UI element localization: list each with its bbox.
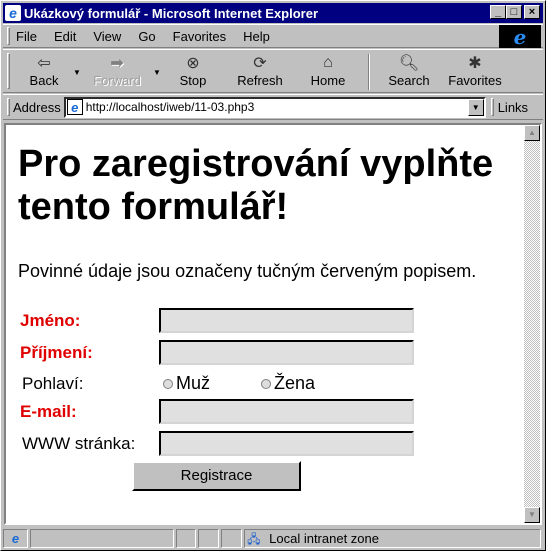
page-heading: Pro zaregistrování vyplňte tento formulá…	[18, 143, 494, 228]
toolbar-separator	[368, 54, 370, 90]
page-icon: e	[11, 530, 20, 546]
input-www[interactable]	[159, 431, 414, 456]
input-email[interactable]	[159, 399, 414, 424]
address-bar: Address e http://localhost/iweb/11-03.ph…	[3, 94, 543, 120]
favorites-button[interactable]: ✱ Favorites	[440, 50, 510, 92]
menu-help[interactable]: Help	[243, 29, 270, 44]
toolbar-grip[interactable]	[7, 53, 10, 89]
label-prijmeni: Příjmení:	[20, 342, 93, 362]
status-zone-panel: 🖧 Local intranet zone	[244, 528, 541, 548]
address-input[interactable]: e http://localhost/iweb/11-03.php3 ▼	[63, 96, 486, 118]
status-bar: e 🖧 Local intranet zone	[3, 527, 543, 549]
back-dropdown[interactable]: ▼	[72, 68, 82, 77]
close-button[interactable]: ×	[524, 5, 540, 19]
refresh-button[interactable]: ⟳ Refresh	[224, 50, 296, 92]
menu-file[interactable]: File	[16, 29, 37, 44]
forward-dropdown[interactable]: ▼	[152, 68, 162, 77]
forward-arrow-icon: ➡	[110, 55, 124, 72]
radio-muz[interactable]: Muž	[159, 373, 261, 394]
address-grip[interactable]	[7, 98, 10, 116]
form-row-prijmeni: Příjmení:	[20, 340, 414, 365]
form-row-jmeno: Jméno:	[20, 308, 414, 333]
window-title: Ukázkový formulář - Microsoft Internet E…	[24, 5, 319, 21]
page-icon: e	[66, 99, 83, 115]
home-icon: ⌂	[323, 54, 333, 71]
input-prijmeni[interactable]	[159, 340, 414, 365]
form-row-email: E-mail:	[20, 399, 414, 424]
browser-window: e Ukázkový formulář - Microsoft Internet…	[0, 0, 546, 551]
vertical-scrollbar[interactable]: ▲ ▼	[524, 125, 540, 523]
scroll-down-button[interactable]: ▼	[524, 507, 540, 523]
ie-throbber-logo: e	[499, 25, 541, 49]
radio-zena[interactable]: Žena	[261, 373, 315, 394]
minimize-button[interactable]: _	[490, 5, 506, 19]
address-dropdown-button[interactable]: ▼	[467, 98, 484, 116]
stop-button[interactable]: ⊗ Stop	[162, 50, 224, 92]
scroll-up-button[interactable]: ▲	[524, 125, 540, 141]
address-url[interactable]: http://localhost/iweb/11-03.php3	[86, 100, 255, 114]
standard-toolbar: ⇦ Back ▼ ➡ Forward ▼ ⊗ Stop ⟳ Refresh ⌂ …	[3, 49, 543, 93]
address-label: Address	[13, 99, 61, 115]
registrace-button[interactable]: Registrace	[132, 461, 301, 491]
links-button[interactable]: Links	[498, 100, 528, 115]
status-text-panel	[29, 528, 175, 548]
menu-favorites[interactable]: Favorites	[173, 29, 226, 44]
label-jmeno: Jméno:	[20, 310, 81, 330]
title-bar: e Ukázkový formulář - Microsoft Internet…	[3, 3, 543, 23]
label-pohlavi: Pohlaví:	[22, 373, 84, 393]
input-jmeno[interactable]	[159, 308, 414, 333]
search-icon: 🔍︎	[398, 55, 420, 72]
maximize-button[interactable]: □	[506, 5, 522, 19]
ie-icon: e	[5, 5, 21, 21]
intranet-zone-icon: 🖧	[247, 532, 261, 546]
page-content: Pro zaregistrování vyplňte tento formulá…	[4, 123, 542, 525]
form-row-www: WWW stránka:	[20, 431, 414, 456]
menu-bar: File Edit View Go Favorites Help e	[3, 24, 543, 49]
stop-icon: ⊗	[186, 55, 200, 72]
refresh-icon: ⟳	[253, 55, 267, 72]
favorites-folder-icon: ✱	[468, 55, 482, 72]
links-grip[interactable]	[490, 98, 494, 116]
form-row-pohlavi: Pohlaví: Muž Žena	[20, 371, 315, 396]
back-arrow-icon: ⇦	[37, 55, 51, 72]
label-www: WWW stránka:	[22, 433, 136, 453]
menubar-grip[interactable]	[7, 27, 10, 45]
forward-button[interactable]: ➡ Forward	[82, 50, 152, 92]
search-button[interactable]: 🔍︎ Search	[378, 50, 440, 92]
menu-go[interactable]: Go	[138, 29, 155, 44]
radio-button[interactable]	[261, 378, 271, 389]
status-panel	[176, 528, 197, 548]
intro-text: Povinné údaje jsou označeny tučným červe…	[18, 261, 477, 281]
radio-button[interactable]	[163, 378, 173, 389]
zone-text: Local intranet zone	[269, 530, 379, 546]
back-button[interactable]: ⇦ Back	[16, 50, 72, 92]
menu-edit[interactable]: Edit	[54, 29, 76, 44]
status-panel	[198, 528, 220, 548]
label-email: E-mail:	[20, 401, 77, 421]
status-page-icon-panel: e	[3, 528, 28, 548]
home-button[interactable]: ⌂ Home	[296, 50, 360, 92]
menu-view[interactable]: View	[93, 29, 121, 44]
status-panel	[221, 528, 243, 548]
